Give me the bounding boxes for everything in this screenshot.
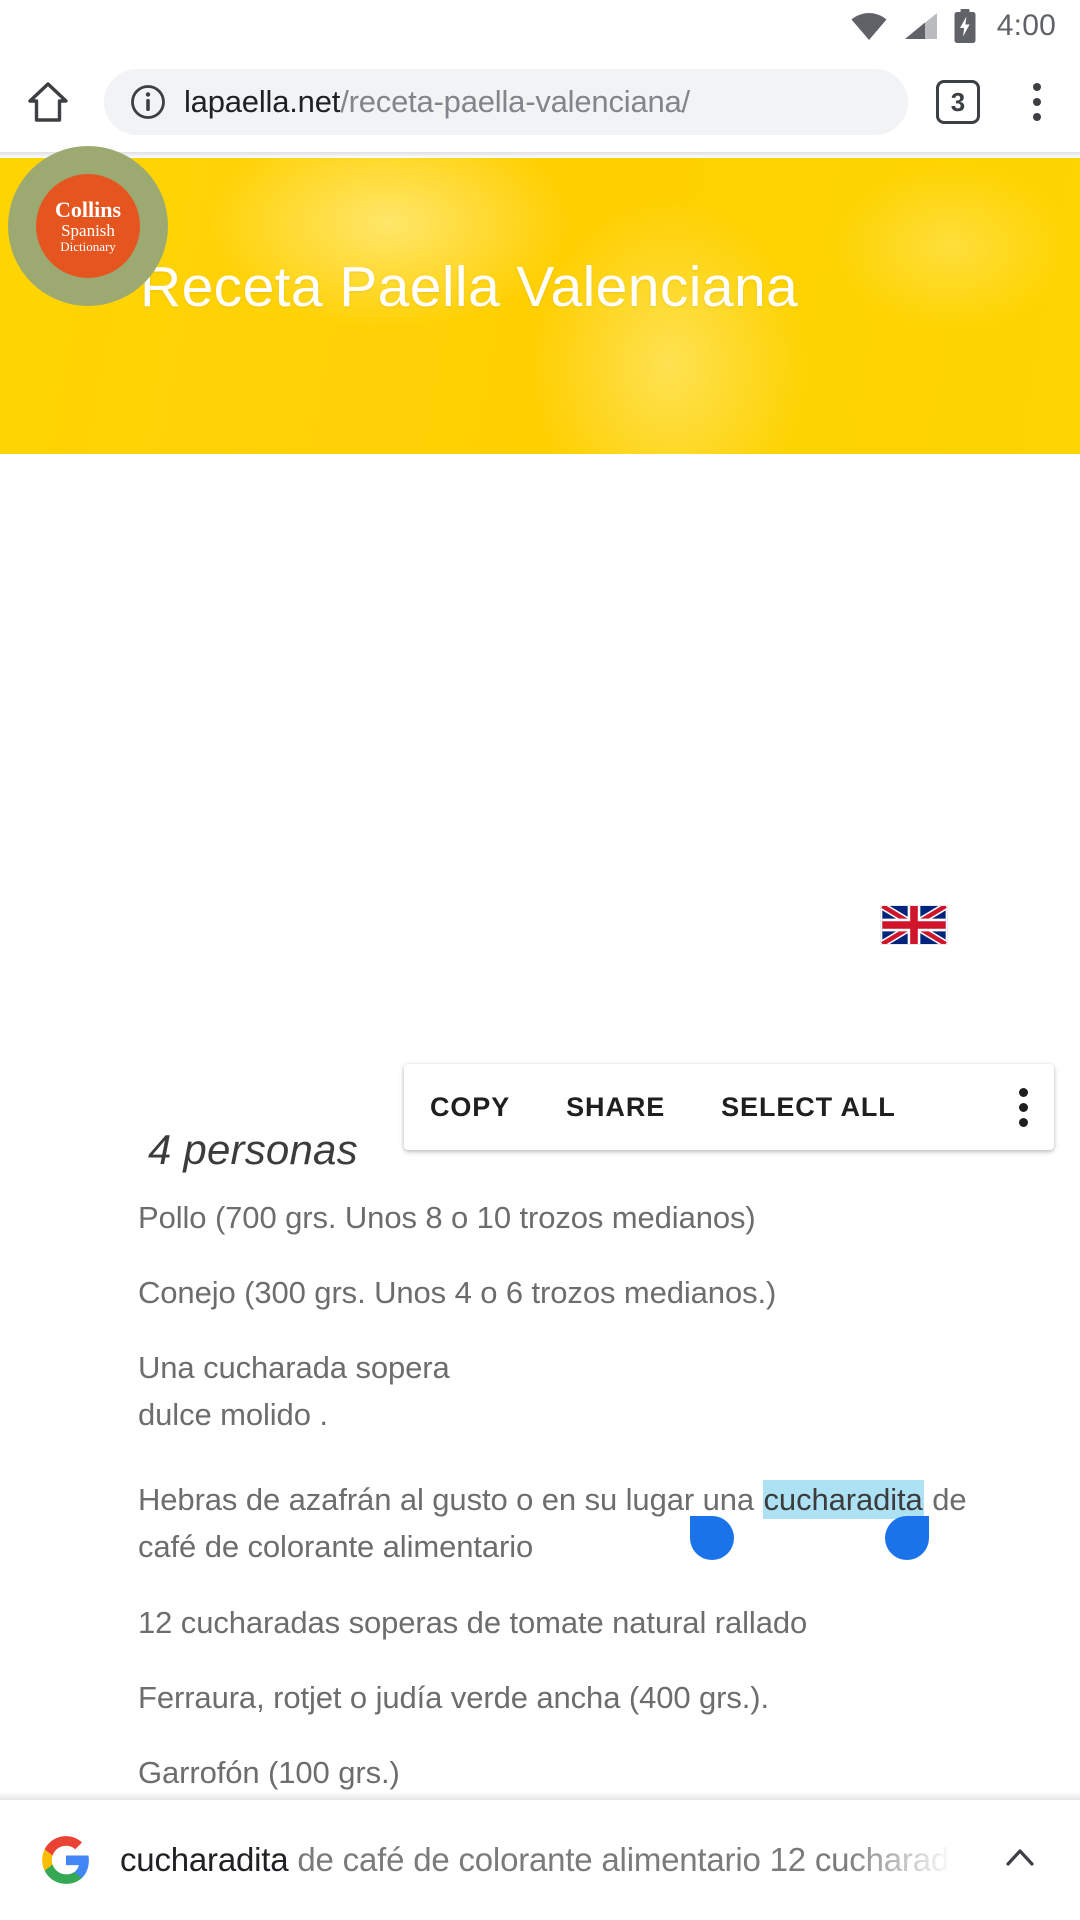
home-icon (28, 82, 68, 122)
action-menu-dot-1 (1019, 1087, 1028, 1097)
browser-toolbar: lapaella.net/receta-paella-valenciana/ 3 (0, 52, 1080, 152)
menu-dot-1 (1033, 83, 1041, 91)
ingredient-line-pollo: Pollo (700 grs. Unos 8 o 10 trozos media… (138, 1200, 756, 1235)
url-domain: lapaella.net (184, 84, 341, 119)
url-path: /receta-paella-valenciana/ (340, 84, 690, 119)
phone-screen: 4:00 lapaella.net/receta-paella-valencia… (0, 0, 1080, 1920)
collins-dictionary-badge[interactable]: Collins Spanish Dictionary (8, 146, 168, 306)
azafran-text-before: Hebras de azafrán al gusto o en su lugar… (138, 1482, 763, 1517)
bottom-bar-divider (0, 1792, 1080, 1800)
azafran-text-after: de (923, 1482, 967, 1517)
google-search-bottom-bar[interactable]: cucharadita de café de colorante aliment… (0, 1800, 1080, 1920)
google-query-context: de café de colorante alimentario 12 cuch… (288, 1841, 962, 1878)
wifi-icon (851, 13, 887, 40)
ingredient-line-garrofon: Garrofón (100 grs.) (138, 1755, 400, 1790)
ingredient-line-cucharada-sopera: Una cucharada sopera (138, 1350, 450, 1385)
action-menu-dot-3 (1019, 1117, 1028, 1127)
google-g-icon (42, 1836, 89, 1884)
text-selection-action-bar: COPY SHARE SELECT ALL (404, 1064, 1054, 1150)
selection-handle-left[interactable] (690, 1516, 734, 1560)
google-query-term: cucharadita (120, 1841, 289, 1878)
ingredient-line-dulce-molido: dulce molido . (138, 1397, 328, 1432)
battery-charging-icon (954, 9, 976, 43)
ingredient-line-ferraura: Ferraura, rotjet o judía verde ancha (40… (138, 1680, 770, 1715)
tab-count-label: 3 (936, 80, 980, 124)
cell-signal-icon (904, 13, 937, 39)
collins-badge-line1: Collins (54, 197, 122, 222)
uk-flag-icon[interactable] (881, 906, 947, 944)
action-menu-dot-2 (1019, 1102, 1028, 1112)
tab-switcher-button[interactable]: 3 (922, 52, 994, 152)
selection-handle-left-ball (690, 1516, 734, 1560)
ingredient-line-tomate: 12 cucharadas soperas de tomate natural … (138, 1605, 808, 1640)
google-search-query[interactable]: cucharadita de café de colorante aliment… (120, 1841, 962, 1879)
page-info-icon[interactable] (130, 84, 166, 120)
servings-heading: 4 personas (148, 1126, 358, 1173)
page-title: Receta Paella Valenciana (140, 255, 799, 319)
action-overflow-button[interactable] (989, 1087, 1028, 1127)
share-button[interactable]: SHARE (566, 1092, 665, 1123)
selected-text-highlight[interactable]: cucharadita (762, 1480, 924, 1519)
collins-badge-inner: Collins Spanish Dictionary (36, 174, 140, 278)
status-bar-clock: 4:00 (996, 9, 1056, 42)
home-button[interactable] (0, 52, 96, 152)
url-bar[interactable]: lapaella.net/receta-paella-valenciana/ (104, 69, 908, 135)
copy-button[interactable]: COPY (430, 1092, 510, 1123)
menu-dot-2 (1033, 98, 1041, 106)
ingredient-line-conejo: Conejo (300 grs. Unos 4 o 6 trozos media… (138, 1275, 777, 1310)
collins-badge-line3: Dictionary (60, 239, 116, 254)
status-bar: 4:00 (0, 0, 1080, 52)
expand-search-button[interactable] (990, 1838, 1050, 1883)
web-page-content: Receta Paella Valenciana Collins Spanish… (0, 146, 1080, 1920)
chevron-up-icon (1006, 1848, 1034, 1866)
selection-handle-right-ball (885, 1516, 929, 1560)
language-switch-row (0, 906, 1080, 944)
collins-badge-line2: Spanish (61, 221, 115, 240)
url-text: lapaella.net/receta-paella-valenciana/ (184, 84, 690, 120)
menu-dot-3 (1033, 113, 1041, 121)
selection-handle-right[interactable] (885, 1516, 929, 1560)
select-all-button[interactable]: SELECT ALL (721, 1092, 896, 1123)
browser-menu-button[interactable] (994, 52, 1080, 152)
